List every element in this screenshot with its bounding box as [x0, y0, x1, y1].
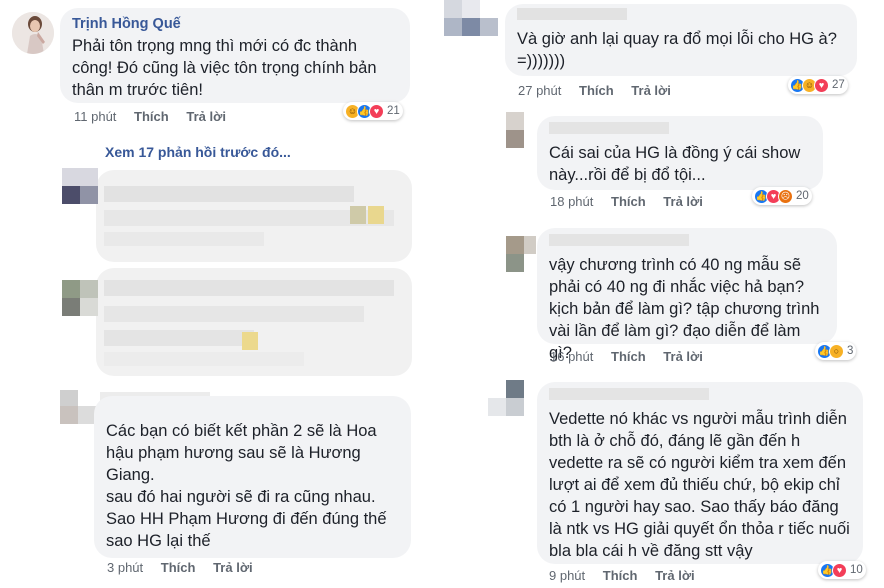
avatar[interactable] [12, 12, 54, 54]
blurred-comment-bubble [96, 170, 412, 262]
comment-meta: 3 phút Thích Trả lời [107, 560, 267, 575]
reaction-summary[interactable]: 👍 ○ 3 [815, 342, 857, 360]
blurred-avatar [506, 254, 524, 272]
blurred-avatar [462, 18, 480, 36]
comment-meta: 9 phút Thích Trả lời [549, 568, 709, 583]
like-link[interactable]: Thích [134, 109, 169, 124]
blurred-avatar [62, 186, 80, 204]
comment-time[interactable]: 18 phút [550, 194, 593, 209]
reaction-count: 10 [850, 564, 863, 576]
blurred-avatar [488, 398, 506, 416]
reply-link[interactable]: Trả lời [186, 109, 226, 124]
reply-link[interactable]: Trả lời [631, 83, 671, 98]
reaction-summary[interactable]: 👍 ♥ ☹ 20 [752, 187, 812, 205]
comment-bubble: Và giờ anh lại quay ra đổ mọi lỗi cho HG… [505, 4, 857, 76]
comment-time[interactable]: 3 phút [107, 560, 143, 575]
comment-bubble: Trịnh Hồng Quế Phải tôn trọng mng thì mớ… [60, 8, 410, 103]
comment-time[interactable]: 9 phút [549, 568, 585, 583]
reaction-count: 21 [387, 105, 400, 117]
reaction-count: 3 [847, 345, 854, 357]
comment-bubble: Các bạn có biết kết phần 2 sẽ là Hoa hậu… [94, 396, 411, 558]
blurred-avatar [506, 112, 524, 130]
blurred-avatar [480, 18, 498, 36]
angry-icon: ☹ [778, 188, 793, 204]
see-previous-replies-link[interactable]: Xem 17 phản hồi trước đó... [105, 144, 291, 160]
blurred-avatar [462, 0, 480, 18]
love-icon: ♥ [369, 103, 384, 119]
blurred-avatar [62, 280, 80, 298]
blurred-avatar [80, 280, 98, 298]
blurred-name [549, 234, 689, 246]
love-icon: ♥ [814, 77, 829, 93]
comment-time[interactable]: 11 phút [74, 109, 116, 124]
like-link[interactable]: Thích [611, 194, 646, 209]
comment-meta: 18 phút Thích Trả lời [550, 194, 717, 209]
love-icon: ♥ [832, 562, 847, 578]
blurred-avatar [506, 130, 524, 148]
like-link[interactable]: Thích [611, 349, 646, 364]
reply-link[interactable]: Trả lời [663, 349, 703, 364]
blurred-avatar [444, 18, 462, 36]
comment-bubble: Cái sai của HG là đồng ý cái show này...… [537, 116, 823, 190]
comment-bubble: Vedette nó khác vs người mẫu trình diễn … [537, 382, 863, 564]
comment-time[interactable]: 27 phút [518, 83, 561, 98]
comment-author[interactable]: Trịnh Hồng Quế [72, 16, 398, 32]
blurred-avatar [506, 380, 524, 398]
blurred-avatar [524, 236, 536, 254]
reaction-summary[interactable]: ☺ 👍 ♥ 21 [343, 102, 403, 120]
comment-text: Và giờ anh lại quay ra đổ mọi lỗi cho HG… [517, 30, 837, 70]
blurred-avatar [60, 390, 78, 406]
reply-link[interactable]: Trả lời [213, 560, 253, 575]
blurred-name [549, 122, 669, 134]
comment-bubble: vậy chương trình có 40 ng mẫu sẽ phải có… [537, 228, 837, 362]
blurred-avatar [80, 298, 98, 316]
avatar-image [12, 12, 54, 54]
comment-text: vậy chương trình có 40 ng mẫu sẽ phải có… [549, 256, 820, 362]
reaction-summary[interactable]: 👍 ☺ ♥ 27 [788, 76, 848, 94]
reply-link[interactable]: Trả lời [663, 194, 703, 209]
blurred-avatar [62, 168, 98, 186]
blurred-avatar [506, 398, 524, 416]
comment-text: Các bạn có biết kết phần 2 sẽ là Hoa hậu… [106, 422, 387, 550]
blurred-name [549, 388, 709, 400]
comment-meta: 11 phút Thích Trả lời [74, 109, 240, 124]
blurred-comment-bubble [96, 268, 412, 376]
comment-text: Cái sai của HG là đồng ý cái show này...… [549, 144, 801, 184]
comment-time[interactable]: 16 phút [550, 349, 593, 364]
blurred-avatar [444, 0, 462, 18]
blurred-avatar [506, 236, 524, 254]
reply-link[interactable]: Trả lời [655, 568, 695, 583]
blurred-avatar [62, 298, 80, 316]
wow-icon: ○ [829, 343, 844, 359]
comment-text: Vedette nó khác vs người mẫu trình diễn … [549, 410, 850, 560]
reaction-count: 27 [832, 79, 845, 91]
like-link[interactable]: Thích [603, 568, 638, 583]
comment-meta: 16 phút Thích Trả lời [550, 349, 717, 364]
comment-text: Phải tôn trọng mng thì mới có đc thành c… [72, 37, 377, 99]
blurred-name [517, 8, 627, 20]
blurred-avatar [80, 186, 98, 204]
reaction-count: 20 [796, 190, 809, 202]
column-divider [434, 0, 436, 588]
blurred-avatar [60, 406, 78, 424]
like-link[interactable]: Thích [579, 83, 614, 98]
reaction-summary[interactable]: 👍 ♥ 10 [818, 561, 866, 579]
comment-meta: 27 phút Thích Trả lời [518, 83, 685, 98]
like-link[interactable]: Thích [161, 560, 196, 575]
